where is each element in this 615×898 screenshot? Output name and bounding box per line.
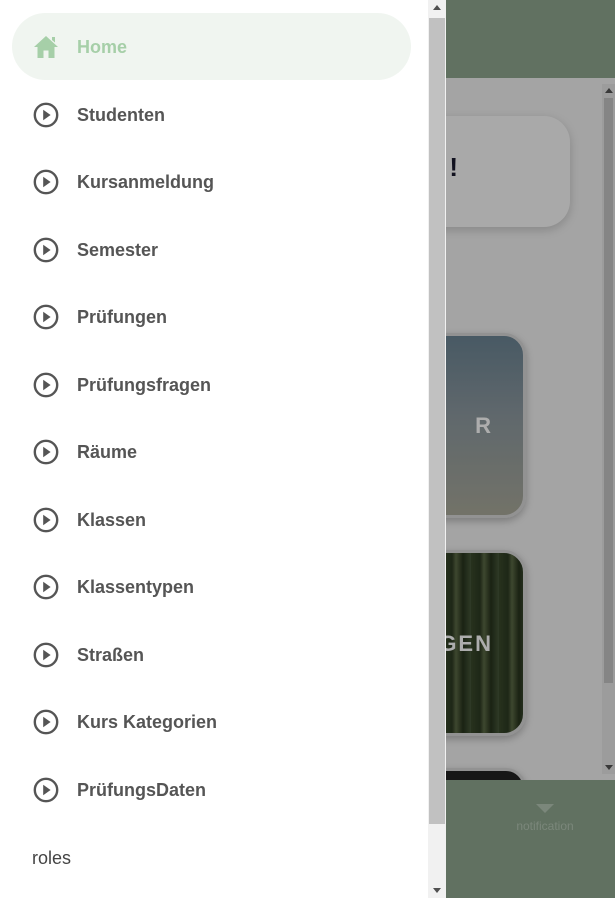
play-circle-icon (33, 439, 59, 465)
nav-item-highlight (12, 216, 411, 283)
nav-item-highlight (12, 486, 411, 553)
sidebar-item-semester[interactable]: Semester (0, 216, 428, 284)
play-circle-icon (33, 507, 59, 532)
nav-item-highlight (12, 351, 411, 418)
sidebar-item-label: Studenten (77, 104, 165, 125)
sidebar-item-prufungen[interactable]: Prüfungen (0, 283, 428, 351)
sidebar-item-label: Räume (77, 442, 138, 462)
nav-item-highlight (12, 13, 411, 80)
drawer-scrollbar[interactable] (428, 0, 446, 898)
nav-item-highlight (12, 283, 411, 350)
sidebar-item-kurs-kategorien[interactable]: Kurs Kategorien (0, 688, 428, 756)
nav-item-highlight (12, 756, 411, 823)
play-circle-icon (33, 169, 59, 195)
play-circle-icon (33, 574, 59, 600)
sidebar-item-label: Semester (77, 239, 159, 260)
home-icon (34, 36, 58, 58)
nav-item-highlight (12, 553, 411, 620)
navigation-drawer: Home Studenten Kursanmeldung Semester Prüfun… (0, 0, 428, 898)
sidebar-item-label: Prüfungsfragen (77, 374, 212, 395)
sidebar-item-label: PrüfungsDaten (77, 779, 207, 800)
play-circle-icon (33, 709, 59, 735)
sidebar-item-strassen[interactable]: Straßen (0, 621, 428, 689)
sidebar-item-klassentypen[interactable]: Klassentypen (0, 553, 428, 621)
sidebar-item-label: Straßen (77, 644, 145, 665)
sidebar-item-klassen[interactable]: Klassen (0, 486, 428, 554)
nav-list: Home Studenten Kursanmeldung Semester Prüfun… (0, 13, 428, 823)
play-circle-icon (33, 777, 59, 802)
sidebar-item-label: Home (77, 37, 128, 57)
sidebar-item-label: Kursanmeldung (77, 172, 215, 192)
play-circle-icon (33, 372, 59, 397)
nav-item-highlight (12, 81, 411, 148)
nav-item-highlight (12, 418, 411, 485)
scroll-down-arrow-icon[interactable] (433, 888, 441, 893)
roles-section-label[interactable]: roles (32, 848, 71, 869)
sidebar-item-home[interactable]: Home (0, 13, 428, 81)
nav-item-highlight (12, 621, 411, 688)
sidebar-item-studenten[interactable]: Studenten (0, 81, 428, 149)
sidebar-item-prufungsdaten[interactable]: PrüfungsDaten (0, 756, 428, 824)
sidebar-item-kursanmeldung[interactable]: Kursanmeldung (0, 148, 428, 216)
sidebar-item-label: Kurs Kategorien (77, 712, 218, 732)
sidebar-item-prufungsfragen[interactable]: Prüfungsfragen (0, 351, 428, 419)
play-circle-icon (33, 304, 59, 330)
scrollbar-thumb[interactable] (429, 18, 445, 824)
sidebar-item-label: Prüfungen (77, 307, 167, 327)
play-circle-icon (33, 102, 59, 127)
sidebar-item-raume[interactable]: Räume (0, 418, 428, 486)
play-circle-icon (33, 237, 59, 262)
sidebar-item-label: Klassentypen (77, 577, 195, 597)
play-circle-icon (33, 642, 59, 667)
scroll-up-arrow-icon[interactable] (433, 5, 441, 10)
sidebar-item-label: Klassen (77, 509, 147, 530)
